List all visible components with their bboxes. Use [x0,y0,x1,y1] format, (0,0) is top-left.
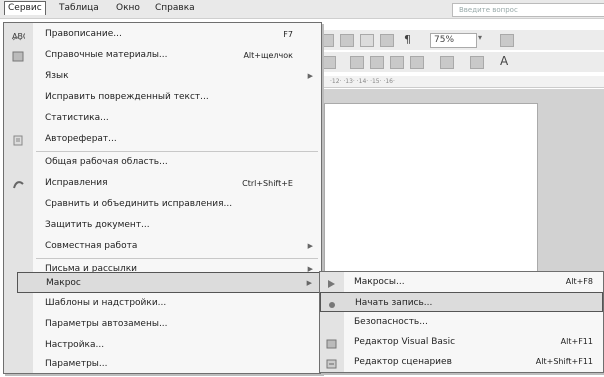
record-icon [327,298,338,308]
menu-item-compare-merge[interactable]: Сравнить и объединить исправления... [4,194,321,215]
menu-item-spelling[interactable]: ABC Правописание... F7 [4,24,321,45]
bullets-icon[interactable] [370,56,384,69]
script-editor-icon [326,357,337,369]
ask-question-input[interactable]: Введите вопрос [452,3,604,17]
columns-icon[interactable] [340,34,354,47]
menu-item-statistics[interactable]: Статистика... [4,108,321,129]
submenu-arrow-icon: ▶ [307,242,313,250]
menu-table[interactable]: Таблица [56,2,102,15]
menu-item-macro[interactable]: Макрос ▶ [17,272,321,293]
help-icon[interactable] [500,34,514,47]
macro-submenu: Макросы... Alt+F8 Начать запись... Безоп… [319,271,604,373]
menu-item-protect-document[interactable]: Защитить документ... [4,215,321,236]
submenu-arrow-icon: ▶ [307,72,313,80]
menu-service[interactable]: Сервис [4,1,46,15]
research-icon [12,50,25,62]
menu-item-templates-addins[interactable]: Шаблоны и надстройки... [4,293,321,314]
submenu-item-macros[interactable]: Макросы... Alt+F8 [320,272,603,292]
menu-bar: Сервис Таблица Окно Справка Введите вопр… [0,0,604,19]
document-page[interactable] [324,103,538,285]
menu-help[interactable]: Справка [152,2,198,15]
submenu-item-vb-editor[interactable]: Редактор Visual Basic Alt+F11 [320,332,603,352]
document-map-icon[interactable] [380,34,394,47]
submenu-arrow-icon: ▶ [306,279,312,287]
border-icon[interactable] [440,56,454,69]
menu-item-fix-broken-text[interactable]: Исправить поврежденный текст... [4,87,321,108]
table-icon[interactable] [320,34,334,47]
show-formatting-icon[interactable]: ¶ [404,33,411,46]
menu-item-track-changes[interactable]: Исправления Ctrl+Shift+E [4,173,321,194]
autosummary-icon [12,134,25,146]
menu-item-research[interactable]: Справочные материалы... Alt+щелчок [4,45,321,66]
increase-indent-icon[interactable] [410,56,424,69]
spelling-icon: ABC [12,29,29,41]
submenu-item-script-editor[interactable]: Редактор сценариев Alt+Shift+F11 [320,352,603,372]
vb-editor-icon [326,337,337,349]
standard-toolbar: ¶ 75% ▾ [300,30,604,50]
submenu-item-security[interactable]: Безопасность... [320,312,603,332]
drawing-icon[interactable] [360,34,374,47]
numbering-icon[interactable] [350,56,364,69]
menu-item-autosummary[interactable]: Автореферат... [4,129,321,150]
formatting-toolbar: A [300,52,604,72]
menu-item-shared-workspace[interactable]: Общая рабочая область... [4,152,321,173]
chevron-down-icon[interactable]: ▾ [478,33,482,42]
play-icon [326,277,337,288]
menu-item-language[interactable]: Язык ▶ [4,66,321,87]
highlight-icon[interactable] [470,56,484,69]
zoom-select[interactable]: 75% [430,33,477,48]
menu-window[interactable]: Окно [113,2,143,15]
font-color-icon[interactable]: A [500,54,508,68]
menu-item-customize[interactable]: Настройка... [4,335,321,356]
service-menu: ABC Правописание... F7 Справочные матери… [3,22,322,374]
submenu-item-record[interactable]: Начать запись... [320,292,603,312]
decrease-indent-icon[interactable] [390,56,404,69]
menu-item-options[interactable]: Параметры... [4,356,321,373]
menu-item-autocorrect-options[interactable]: Параметры автозамены... [4,314,321,335]
align-icon[interactable] [322,56,336,69]
ruler: ·12· ·13· ·14· ·15· ·16· [300,76,604,88]
track-changes-icon [12,178,25,189]
menu-item-collaboration[interactable]: Совместная работа ▶ [4,236,321,257]
